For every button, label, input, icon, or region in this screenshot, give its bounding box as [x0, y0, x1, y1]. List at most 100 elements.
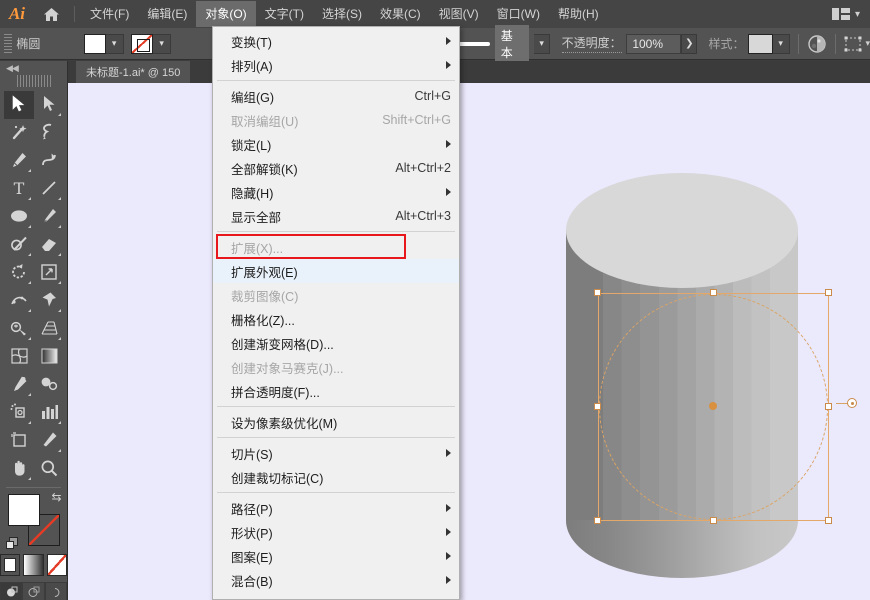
toolbar-fill-swatch[interactable] — [7, 494, 40, 526]
menu-item-12[interactable]: 栅格化(Z)... — [213, 307, 459, 331]
menu-item-shortcut: Alt+Ctrl+2 — [395, 161, 451, 175]
menu-7[interactable]: 视图(V) — [430, 1, 488, 27]
default-fill-stroke-icon[interactable] — [5, 537, 19, 550]
menu-item-2[interactable]: 排列(A) — [213, 53, 459, 77]
curvature-tool[interactable] — [34, 147, 64, 175]
menu-6[interactable]: 效果(C) — [371, 1, 430, 27]
menu-item-19[interactable]: 路径(P) — [213, 496, 459, 520]
drag-grip-icon[interactable] — [4, 33, 13, 54]
menu-item-5[interactable]: 锁定(L) — [213, 132, 459, 156]
handle-bottom-center[interactable] — [710, 517, 717, 524]
mesh-tool[interactable] — [4, 343, 34, 371]
double-chevron-left-icon[interactable]: ◀◀ — [0, 61, 67, 75]
recolor-artwork-icon[interactable] — [807, 34, 827, 54]
menu-item-10[interactable]: 扩展外观(E) — [213, 259, 459, 283]
menu-item-13[interactable]: 创建渐变网格(D)... — [213, 331, 459, 355]
object-menu-dropdown[interactable]: 变换(T) 排列(A) 编组(G) Ctrl+G 取消编组(U) Shift+Ctrl+G… — [212, 26, 460, 600]
pen-tool[interactable] — [4, 147, 34, 175]
menu-item-15[interactable]: 拼合透明度(F)... — [213, 379, 459, 403]
handle-top-left[interactable] — [594, 289, 601, 296]
menu-8[interactable]: 窗口(W) — [488, 1, 549, 27]
swap-fill-stroke-icon[interactable]: ⇆ — [51, 490, 61, 504]
document-tab[interactable]: 未标题-1.ai* @ 150 — [76, 61, 191, 83]
direct-selection-tool[interactable] — [34, 91, 64, 119]
handle-top-center[interactable] — [710, 289, 717, 296]
type-tool[interactable]: T — [4, 175, 34, 203]
handle-bottom-left[interactable] — [594, 517, 601, 524]
menu-item-9: 扩展(X)... — [213, 235, 459, 259]
menu-item-6[interactable]: 全部解锁(K) Alt+Ctrl+2 — [213, 156, 459, 180]
menu-4[interactable]: 文字(T) — [256, 1, 313, 27]
stroke-profile-chevron-down-icon[interactable]: ▾ — [533, 33, 551, 54]
fill-chevron-down-icon[interactable]: ▾ — [105, 33, 124, 54]
blend-tool[interactable] — [34, 371, 64, 399]
symbol-sprayer-tool[interactable] — [4, 399, 34, 427]
workspace-layout-icon[interactable] — [831, 8, 850, 20]
menu-item-20[interactable]: 形状(P) — [213, 520, 459, 544]
stroke-swatch[interactable] — [131, 33, 154, 54]
color-mode-none[interactable] — [46, 554, 67, 576]
gradient-tool[interactable] — [34, 343, 64, 371]
menu-5[interactable]: 选择(S) — [313, 1, 371, 27]
width-tool[interactable] — [4, 287, 34, 315]
tools-panel: ◀◀ T ⇆ ••• — [0, 61, 68, 600]
opacity-expand-icon[interactable]: ❯ — [681, 33, 698, 54]
column-graph-tool[interactable] — [34, 399, 64, 427]
shape-builder-tool[interactable] — [4, 315, 34, 343]
artboard-tool[interactable] — [4, 427, 34, 455]
eyedropper-tool[interactable] — [4, 371, 34, 399]
rotate-handle-icon[interactable] — [847, 398, 857, 408]
perspective-grid-tool[interactable] — [34, 315, 64, 343]
menu-item-18[interactable]: 创建裁切标记(C) — [213, 465, 459, 489]
menu-item-16[interactable]: 设为像素级优化(M) — [213, 410, 459, 434]
magic-wand-tool[interactable] — [4, 119, 34, 147]
handle-middle-right[interactable] — [825, 403, 832, 410]
home-icon[interactable] — [34, 0, 68, 28]
opacity-input[interactable]: 100% — [626, 33, 682, 54]
eraser-tool[interactable] — [34, 231, 64, 259]
panel-grip-icon[interactable] — [16, 75, 51, 87]
rotate-tool[interactable] — [4, 259, 34, 287]
style-chevron-down-icon[interactable]: ▾ — [772, 33, 790, 54]
draw-inside-mode[interactable] — [44, 582, 67, 600]
graphic-style-swatch[interactable] — [748, 33, 773, 54]
menu-item-17[interactable]: 切片(S) — [213, 441, 459, 465]
zoom-tool[interactable] — [34, 455, 64, 483]
handle-middle-left[interactable] — [594, 403, 601, 410]
color-mode-gradient[interactable] — [23, 554, 44, 576]
menu-2[interactable]: 编辑(E) — [138, 1, 196, 27]
draw-normal-mode[interactable] — [0, 582, 23, 600]
handle-bottom-right[interactable] — [825, 517, 832, 524]
paintbrush-tool[interactable] — [34, 203, 64, 231]
ellipse-tool[interactable] — [4, 203, 34, 231]
workspace-chevron-down-icon[interactable]: ▾ — [855, 9, 860, 20]
submenu-chevron-right-icon — [446, 188, 451, 196]
lasso-tool[interactable] — [34, 119, 64, 147]
stroke-chevron-down-icon[interactable]: ▾ — [153, 33, 172, 54]
line-segment-tool[interactable] — [34, 175, 64, 203]
free-transform-tool[interactable] — [34, 287, 64, 315]
hand-tool[interactable] — [4, 455, 34, 483]
handle-top-right[interactable] — [825, 289, 832, 296]
menu-3[interactable]: 对象(O) — [196, 1, 256, 27]
menu-9[interactable]: 帮助(H) — [549, 1, 608, 27]
menu-item-23[interactable]: 封套扭曲(V) — [213, 592, 459, 600]
menu-item-21[interactable]: 图案(E) — [213, 544, 459, 568]
menu-item-1[interactable]: 变换(T) — [213, 29, 459, 53]
color-mode-flat[interactable] — [0, 554, 21, 576]
draw-behind-mode[interactable] — [22, 582, 45, 600]
menu-item-label: 裁剪图像(C) — [231, 289, 299, 304]
menu-item-8[interactable]: 显示全部 Alt+Ctrl+3 — [213, 204, 459, 228]
shaper-tool[interactable] — [4, 231, 34, 259]
scale-tool[interactable] — [34, 259, 64, 287]
menu-item-7[interactable]: 隐藏(H) — [213, 180, 459, 204]
menu-1[interactable]: 文件(F) — [81, 1, 138, 27]
fill-stroke-control: ⇆ — [5, 490, 62, 549]
align-transform-icon[interactable] — [843, 35, 863, 53]
selection-tool[interactable] — [4, 91, 34, 119]
menu-item-3[interactable]: 编组(G) Ctrl+G — [213, 84, 459, 108]
fill-swatch[interactable] — [83, 33, 106, 54]
align-chevron-down-icon[interactable]: ▾ — [865, 38, 870, 49]
slice-tool[interactable] — [34, 427, 64, 455]
menu-item-22[interactable]: 混合(B) — [213, 568, 459, 592]
